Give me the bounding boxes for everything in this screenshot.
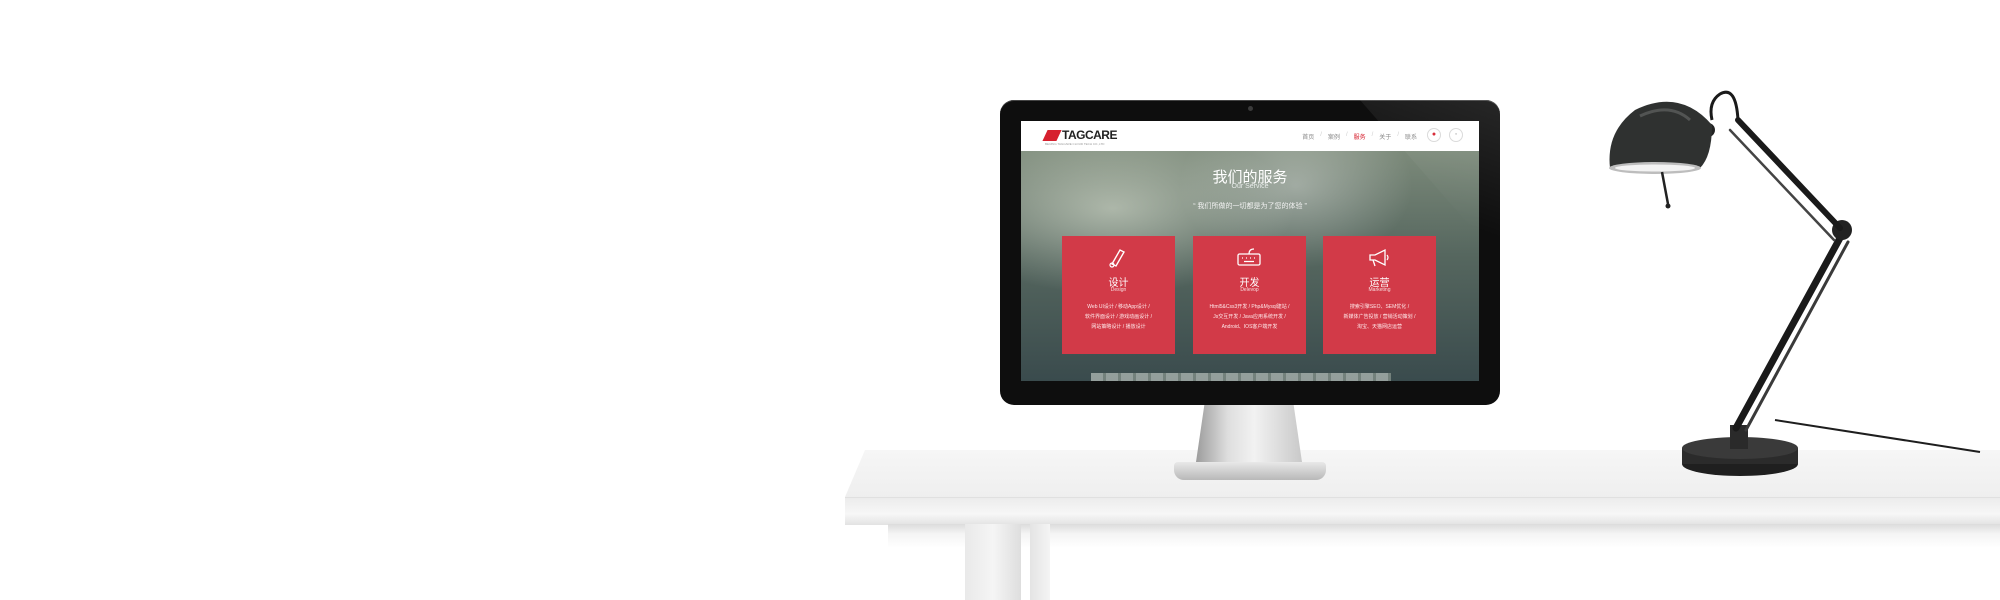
nav-item-services[interactable]: 服务	[1354, 132, 1366, 141]
logo-subtitle: BEIJING TAGCARE CLOUD TECH CO.,LTD	[1045, 142, 1105, 146]
monitor-camera	[1248, 106, 1253, 111]
service-card-marketing[interactable]: 运营 Marketing 搜索引擎SEO、SEM优化 / 新媒体广告投放 / 营…	[1323, 236, 1436, 354]
desk-leg-bracket	[965, 524, 1021, 600]
nav-item-about[interactable]: 关于	[1379, 132, 1391, 141]
nav-item-home[interactable]: 首页	[1302, 132, 1314, 141]
site-logo[interactable]: TAGCARE	[1042, 128, 1117, 142]
nav-item-cases[interactable]: 案例	[1328, 132, 1340, 141]
card-line: Html5&Css3开发 / Php&Mysql建站 /	[1209, 304, 1290, 310]
logo-text: TAGCARE	[1062, 128, 1117, 142]
card-line: 新媒体广告投放 / 营销活动策划 /	[1343, 314, 1416, 320]
service-card-develop[interactable]: 开发 Delevop Html5&Css3开发 / Php&Mysql建站 / …	[1193, 236, 1306, 354]
desk-edge	[845, 497, 2000, 525]
monitor-screen: TAGCARE BEIJING TAGCARE CLOUD TECH CO.,L…	[1021, 121, 1479, 381]
monitor-stand-neck	[1196, 404, 1302, 462]
hero-subtitle: Our Service	[1231, 183, 1269, 190]
hero-keyboard-photo	[1091, 373, 1391, 381]
card-line: Js交互开发 / Java应用系统开发 /	[1213, 314, 1286, 320]
design-pen-icon	[1109, 249, 1125, 268]
hero-tagline: “ 我们所做的一切都是为了您的体验 ”	[1193, 203, 1307, 210]
service-card-design[interactable]: 设计 Design Web UI设计 / 移动App设计 / 软件界面设计 / …	[1062, 236, 1175, 354]
desk-leg	[1030, 524, 1050, 600]
monitor-stand-base	[1174, 462, 1326, 480]
nav-separator: /	[1397, 132, 1399, 138]
site-header: TAGCARE BEIJING TAGCARE CLOUD TECH CO.,L…	[1021, 121, 1479, 151]
card-line: Android、IOS客户端开发	[1221, 324, 1278, 330]
card-line: 淘宝、天猫网店运营	[1356, 324, 1402, 330]
keyboard-icon	[1237, 248, 1261, 266]
nav-separator: /	[1345, 132, 1348, 138]
desk-rail	[888, 524, 2000, 548]
megaphone-icon	[1369, 248, 1389, 267]
desk-lamp-icon	[1609, 90, 1981, 476]
card-line: 网站策略设计 / 播放设计	[1091, 324, 1146, 330]
card-subtitle: Delevop	[1240, 287, 1259, 293]
card-subtitle: Marketing	[1368, 287, 1391, 293]
nav-item-contact[interactable]: 联系	[1405, 132, 1417, 141]
services-hero: 我们的服务 Our Service “ 我们所做的一切都是为了您的体验 ” 设计…	[1021, 151, 1479, 381]
card-subtitle: Design	[1110, 287, 1127, 293]
card-line: 软件界面设计 / 游戏动画设计 /	[1085, 314, 1152, 320]
wechat-icon[interactable]: ◦	[1449, 128, 1463, 142]
nav-separator: /	[1320, 132, 1322, 138]
site-nav: 首页 / 案例 / 服务 / 关于 / 联系	[1302, 132, 1417, 141]
weibo-icon[interactable]: ●	[1427, 128, 1441, 142]
logo-mark-icon	[1042, 129, 1062, 141]
card-line: 搜索引擎SEO、SEM优化 /	[1349, 304, 1410, 310]
nav-separator: /	[1371, 132, 1374, 138]
card-line: Web UI设计 / 移动App设计 /	[1087, 304, 1150, 310]
